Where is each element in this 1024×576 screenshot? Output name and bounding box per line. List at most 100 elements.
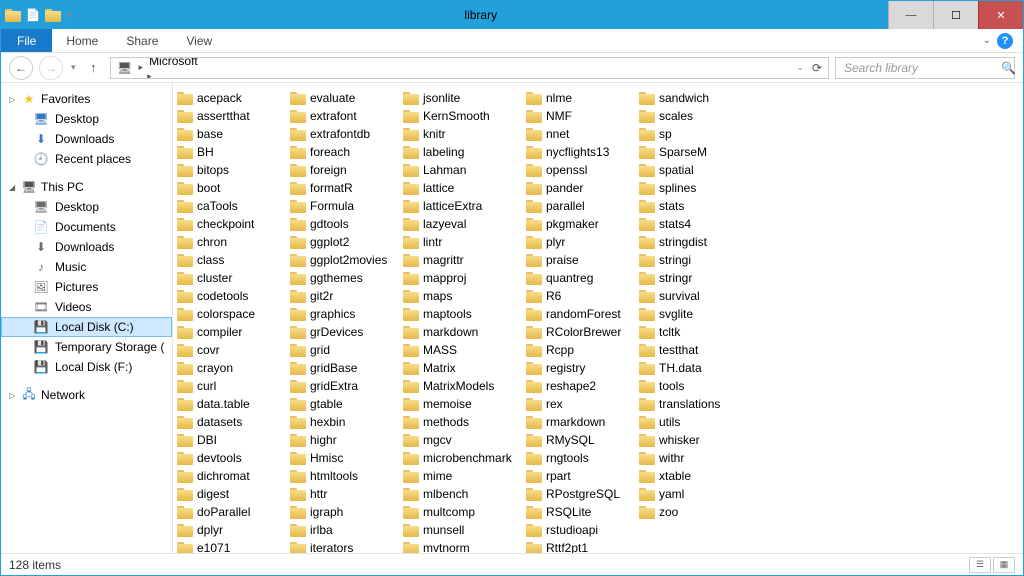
folder-item[interactable]: gridExtra bbox=[288, 377, 399, 395]
folder-item[interactable]: sp bbox=[637, 125, 748, 143]
folder-item[interactable]: sandwich bbox=[637, 89, 748, 107]
folder-item[interactable]: labeling bbox=[401, 143, 522, 161]
folder-item[interactable]: svglite bbox=[637, 305, 748, 323]
folder-item[interactable]: zoo bbox=[637, 503, 748, 521]
folder-item[interactable]: testthat bbox=[637, 341, 748, 359]
folder-item[interactable]: grDevices bbox=[288, 323, 399, 341]
nav-item[interactable]: 💾Local Disk (F:) bbox=[1, 357, 172, 377]
folder-item[interactable]: mlbench bbox=[401, 485, 522, 503]
folder-item[interactable]: DBI bbox=[175, 431, 286, 449]
nav-forward-button[interactable]: → bbox=[39, 56, 63, 80]
minimize-button[interactable]: — bbox=[888, 1, 933, 29]
ribbon-expand-icon[interactable]: ⌄ bbox=[983, 35, 991, 46]
refresh-icon[interactable]: ⟳ bbox=[812, 61, 822, 75]
tab-file[interactable]: File bbox=[1, 29, 52, 52]
folder-item[interactable]: spatial bbox=[637, 161, 748, 179]
folder-item[interactable]: ggplot2movies bbox=[288, 251, 399, 269]
help-icon[interactable]: ? bbox=[997, 33, 1013, 49]
folder-item[interactable]: lattice bbox=[401, 179, 522, 197]
folder-item[interactable]: gridBase bbox=[288, 359, 399, 377]
folder-item[interactable]: methods bbox=[401, 413, 522, 431]
folder-item[interactable]: maptools bbox=[401, 305, 522, 323]
nav-item[interactable]: 🖥Desktop bbox=[1, 109, 172, 129]
folder-item[interactable]: git2r bbox=[288, 287, 399, 305]
nav-item[interactable]: ⬇Downloads bbox=[1, 237, 172, 257]
folder-item[interactable]: magrittr bbox=[401, 251, 522, 269]
folder-item[interactable]: assertthat bbox=[175, 107, 286, 125]
folder-item[interactable]: multcomp bbox=[401, 503, 522, 521]
folder-item[interactable]: stringdist bbox=[637, 233, 748, 251]
folder-item[interactable]: rmarkdown bbox=[524, 413, 635, 431]
nav-item[interactable]: 💾Temporary Storage ( bbox=[1, 337, 172, 357]
folder-item[interactable]: bitops bbox=[175, 161, 286, 179]
folder-item[interactable]: translations bbox=[637, 395, 748, 413]
folder-item[interactable]: covr bbox=[175, 341, 286, 359]
folder-item[interactable]: compiler bbox=[175, 323, 286, 341]
folder-item[interactable]: munsell bbox=[401, 521, 522, 539]
folder-item[interactable]: nycflights13 bbox=[524, 143, 635, 161]
folder-item[interactable]: acepack bbox=[175, 89, 286, 107]
folder-item[interactable]: yaml bbox=[637, 485, 748, 503]
folder-item[interactable]: openssl bbox=[524, 161, 635, 179]
search-icon[interactable]: 🔍 bbox=[1001, 61, 1016, 75]
folder-item[interactable]: mvtnorm bbox=[401, 539, 522, 553]
folder-item[interactable]: dplyr bbox=[175, 521, 286, 539]
folder-item[interactable]: registry bbox=[524, 359, 635, 377]
nav-item[interactable]: 💾Local Disk (C:) bbox=[1, 317, 172, 337]
view-details-button[interactable]: ☰ bbox=[969, 557, 991, 573]
folder-item[interactable]: xtable bbox=[637, 467, 748, 485]
folder-item[interactable]: rex bbox=[524, 395, 635, 413]
folder-item[interactable]: boot bbox=[175, 179, 286, 197]
folder-item[interactable]: quantreg bbox=[524, 269, 635, 287]
folder-item[interactable]: devtools bbox=[175, 449, 286, 467]
folder-item[interactable]: maps bbox=[401, 287, 522, 305]
folder-item[interactable]: mgcv bbox=[401, 431, 522, 449]
folder-item[interactable]: stats bbox=[637, 197, 748, 215]
folder-item[interactable]: markdown bbox=[401, 323, 522, 341]
nav-back-button[interactable]: ← bbox=[9, 56, 33, 80]
folder-item[interactable]: class bbox=[175, 251, 286, 269]
folder-item[interactable]: nnet bbox=[524, 125, 635, 143]
folder-item[interactable]: reshape2 bbox=[524, 377, 635, 395]
folder-item[interactable]: knitr bbox=[401, 125, 522, 143]
folder-item[interactable]: BH bbox=[175, 143, 286, 161]
folder-item[interactable]: RSQLite bbox=[524, 503, 635, 521]
folder-item[interactable]: jsonlite bbox=[401, 89, 522, 107]
folder-item[interactable]: plyr bbox=[524, 233, 635, 251]
folder-item[interactable]: withr bbox=[637, 449, 748, 467]
folder-item[interactable]: digest bbox=[175, 485, 286, 503]
folder-item[interactable]: iterators bbox=[288, 539, 399, 553]
folder-item[interactable]: Hmisc bbox=[288, 449, 399, 467]
folder-item[interactable]: graphics bbox=[288, 305, 399, 323]
tab-view[interactable]: View bbox=[172, 29, 226, 52]
chevron-right-icon[interactable]: ▸ bbox=[145, 71, 154, 79]
folder-item[interactable]: crayon bbox=[175, 359, 286, 377]
folder-item[interactable]: rstudioapi bbox=[524, 521, 635, 539]
folder-item[interactable]: rngtools bbox=[524, 449, 635, 467]
folder-item[interactable]: htmltools bbox=[288, 467, 399, 485]
folder-item[interactable]: highr bbox=[288, 431, 399, 449]
nav-item[interactable]: 🖼Pictures bbox=[1, 277, 172, 297]
nav-item[interactable]: 🕘Recent places bbox=[1, 149, 172, 169]
folder-item[interactable]: whisker bbox=[637, 431, 748, 449]
nav-item[interactable]: 🖥Desktop bbox=[1, 197, 172, 217]
qat-dropdown-icon[interactable]: ▾ bbox=[65, 10, 74, 21]
folder-item[interactable]: Formula bbox=[288, 197, 399, 215]
tab-share[interactable]: Share bbox=[112, 29, 172, 52]
folder-item[interactable]: hexbin bbox=[288, 413, 399, 431]
folder-item[interactable]: stringi bbox=[637, 251, 748, 269]
folder-item[interactable]: e1071 bbox=[175, 539, 286, 553]
folder-item[interactable]: mime bbox=[401, 467, 522, 485]
folder-item[interactable]: MASS bbox=[401, 341, 522, 359]
nav-up-button[interactable]: ↑ bbox=[84, 60, 104, 75]
folder-item[interactable]: dichromat bbox=[175, 467, 286, 485]
nav-item[interactable]: 🎞Videos bbox=[1, 297, 172, 317]
qat-properties-icon[interactable]: 📄 bbox=[25, 7, 41, 23]
folder-item[interactable]: SparseM bbox=[637, 143, 748, 161]
folder-item[interactable]: cluster bbox=[175, 269, 286, 287]
folder-item[interactable]: doParallel bbox=[175, 503, 286, 521]
file-list[interactable]: acepackassertthatbaseBHbitopsbootcaTools… bbox=[173, 83, 1023, 553]
folder-item[interactable]: RMySQL bbox=[524, 431, 635, 449]
folder-item[interactable]: tools bbox=[637, 377, 748, 395]
folder-item[interactable]: data.table bbox=[175, 395, 286, 413]
